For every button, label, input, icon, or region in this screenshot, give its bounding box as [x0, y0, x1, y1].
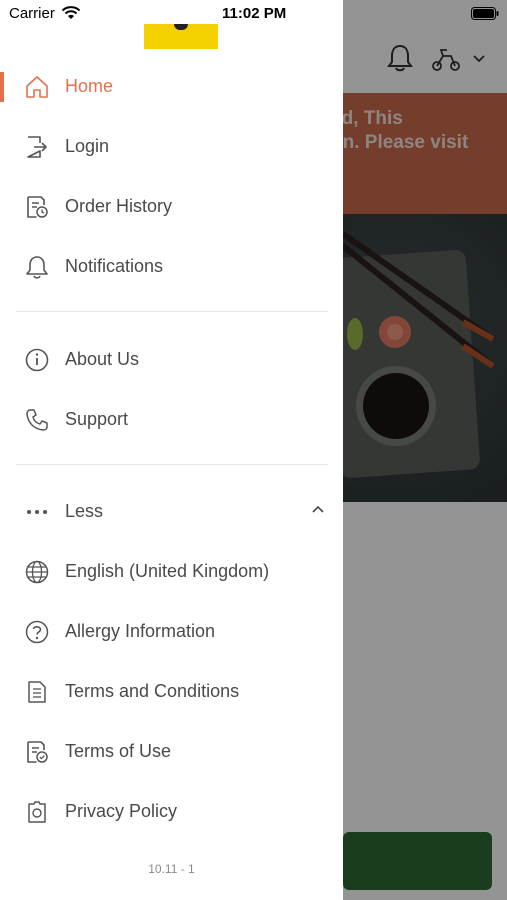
menu-item-support[interactable]: Support [0, 391, 343, 447]
menu-item-terms-of-use[interactable]: Terms of Use [0, 723, 343, 779]
menu-item-label: Login [65, 136, 110, 156]
status-time: 11:02 PM [222, 5, 287, 22]
more-dots-icon [27, 510, 47, 514]
battery-icon [471, 7, 499, 20]
menu-item-label: Support [65, 409, 129, 429]
wifi-icon [61, 6, 81, 19]
question-icon [25, 620, 49, 644]
side-drawer: Home Login Order History Notifications A… [0, 0, 343, 900]
menu-item-login[interactable]: Login [0, 118, 343, 174]
menu-item-allergy-information[interactable]: Allergy Information [0, 603, 343, 659]
menu-item-language[interactable]: English (United Kingdom) [0, 543, 343, 599]
status-bar: Carrier 11:02 PM [0, 0, 507, 28]
menu-item-privacy-policy[interactable]: Privacy Policy [0, 783, 343, 839]
info-icon [25, 348, 49, 372]
home-icon [26, 76, 48, 98]
menu-item-label: Order History [65, 196, 173, 216]
menu-item-label: Terms and Conditions [65, 681, 240, 701]
divider [16, 464, 328, 465]
active-indicator [0, 72, 4, 102]
menu-item-label: English (United Kingdom) [65, 561, 270, 581]
bell-icon [26, 256, 48, 279]
app-version: 10.11 - 1 [148, 862, 195, 876]
globe-icon [25, 560, 49, 584]
document-check-icon [27, 741, 48, 763]
menu-item-home[interactable]: Home [0, 58, 343, 114]
order-history-icon [27, 196, 48, 218]
menu-item-label: Home [65, 76, 114, 96]
menu-item-label: Less [65, 501, 104, 521]
privacy-icon [28, 801, 46, 823]
phone-icon [26, 409, 48, 431]
document-icon [28, 681, 46, 703]
carrier-label: Carrier [9, 5, 55, 22]
menu-item-label: Notifications [65, 256, 164, 276]
menu-item-label: About Us [65, 349, 140, 369]
menu-item-terms-and-conditions[interactable]: Terms and Conditions [0, 663, 343, 719]
divider [16, 311, 328, 312]
menu-item-label: Terms of Use [65, 741, 172, 761]
menu-item-notifications[interactable]: Notifications [0, 238, 343, 294]
menu-item-label: Privacy Policy [65, 801, 178, 821]
menu-item-about-us[interactable]: About Us [0, 331, 343, 387]
menu-item-order-history[interactable]: Order History [0, 178, 343, 234]
login-icon [27, 136, 47, 158]
menu-toggle-less[interactable]: Less [0, 483, 343, 539]
chevron-up-icon [312, 505, 324, 513]
menu-item-label: Allergy Information [65, 621, 216, 641]
